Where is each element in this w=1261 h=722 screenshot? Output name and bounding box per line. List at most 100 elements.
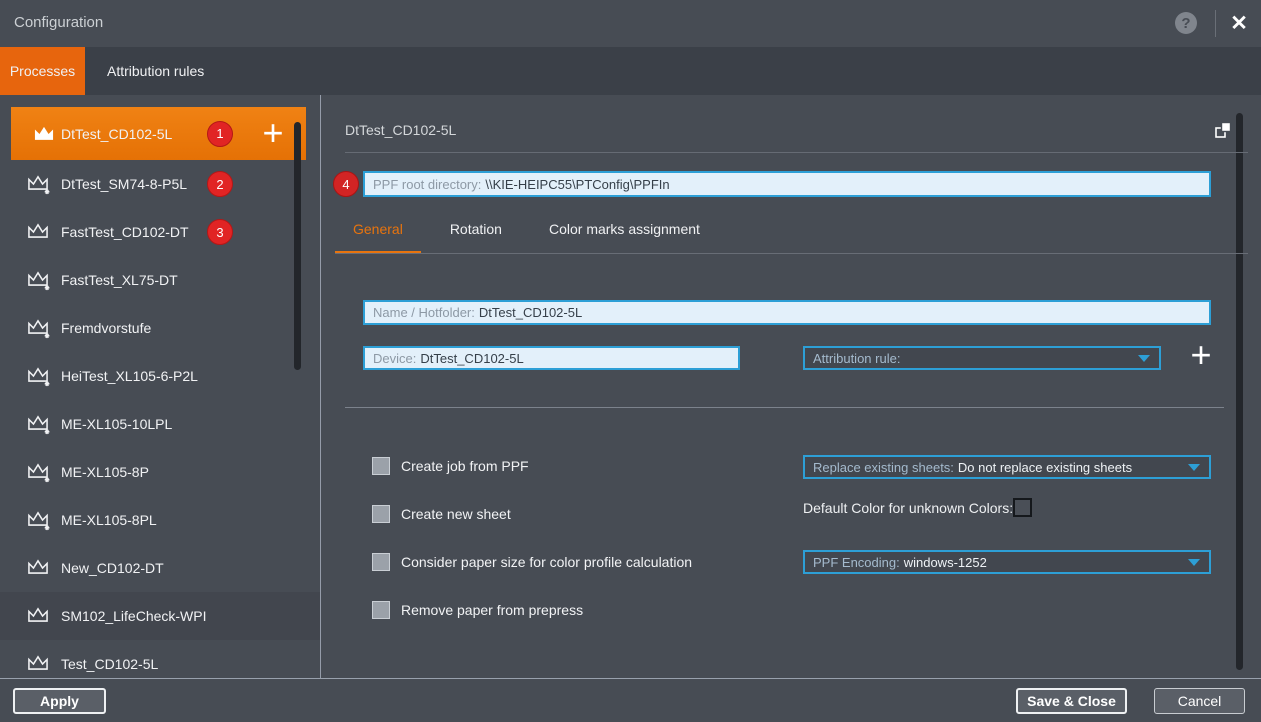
process-name: ME-XL105-8P <box>61 464 149 480</box>
process-name: DtTest_SM74-8-P5L <box>61 176 187 192</box>
detach-window-icon[interactable] <box>1214 121 1232 139</box>
add-process-icon[interactable]: + <box>254 115 292 153</box>
field-value: Do not replace existing sheets <box>958 460 1132 475</box>
process-badge: 1 <box>207 121 233 147</box>
field-label: Name / Hotfolder: <box>373 305 475 320</box>
process-chart-icon <box>32 123 56 145</box>
apply-button[interactable]: Apply <box>13 688 106 714</box>
default-color-label: Default Color for unknown Colors: <box>803 500 1013 516</box>
star-icon <box>45 382 50 386</box>
checkbox-remove-paper-from-prepress[interactable] <box>372 601 390 619</box>
process-name: Test_CD102-5L <box>61 656 158 672</box>
attribution-rule-dropdown[interactable]: Attribution rule: <box>803 346 1161 370</box>
device-field[interactable]: Device: DtTest_CD102-5L <box>363 346 740 370</box>
process-list-item[interactable]: ME-XL105-8PL <box>0 496 320 544</box>
chevron-down-icon <box>1188 559 1200 566</box>
process-list-item[interactable]: HeiTest_XL105-6-P2L <box>0 352 320 400</box>
checkbox-label: Consider paper size for color profile ca… <box>401 554 692 570</box>
checkbox-create-job-from-ppf[interactable] <box>372 457 390 475</box>
process-name: SM102_LifeCheck-WPI <box>61 608 207 624</box>
process-chart-icon <box>26 605 50 627</box>
field-value: DtTest_CD102-5L <box>479 305 582 320</box>
main-panel-scrollbar[interactable] <box>1236 113 1243 670</box>
configuration-dialog: Configuration ? ✕ Processes Attribution … <box>0 0 1261 722</box>
process-name: New_CD102-DT <box>61 560 164 576</box>
dialog-title: Configuration <box>14 14 103 31</box>
footer-bar: Apply Save & Close Cancel <box>0 678 1261 722</box>
cancel-button[interactable]: Cancel <box>1154 688 1245 714</box>
process-chart-icon <box>26 461 50 483</box>
process-chart-icon <box>26 509 50 531</box>
process-chart-icon <box>26 413 50 435</box>
process-list-item[interactable]: ME-XL105-8P <box>0 448 320 496</box>
process-list-item[interactable]: New_CD102-DT <box>0 544 320 592</box>
star-icon <box>45 286 50 290</box>
process-list-item[interactable]: FastTest_XL75-DT <box>0 256 320 304</box>
header-divider <box>345 152 1248 153</box>
default-color-swatch[interactable] <box>1013 498 1032 517</box>
process-name: ME-XL105-8PL <box>61 512 157 528</box>
process-chart-icon <box>26 269 50 291</box>
process-chart-icon <box>26 221 50 243</box>
chevron-down-icon <box>1188 464 1200 471</box>
process-chart-icon <box>26 317 50 339</box>
ppf-root-directory-field[interactable]: PPF root directory: \\KIE-HEIPC55\PTConf… <box>363 171 1211 197</box>
subtab-color-marks-assignment[interactable]: Color marks assignment <box>531 207 718 254</box>
process-badge: 3 <box>207 219 233 245</box>
process-chart-icon <box>26 557 50 579</box>
process-badge: 2 <box>207 171 233 197</box>
field-value: \\KIE-HEIPC55\PTConfig\PPFIn <box>485 177 669 192</box>
field-value: windows-1252 <box>904 555 987 570</box>
process-list-item[interactable]: Test_CD102-5L <box>0 640 320 678</box>
process-chart-icon <box>26 653 50 675</box>
process-list-item[interactable]: ME-XL105-10LPL <box>0 400 320 448</box>
checkbox-consider-paper-size[interactable] <box>372 553 390 571</box>
tab-attribution-rules[interactable]: Attribution rules <box>85 47 226 95</box>
checkbox-create-new-sheet[interactable] <box>372 505 390 523</box>
process-name: Fremdvorstufe <box>61 320 151 336</box>
detail-sub-tabs: General Rotation Color marks assignment <box>335 207 729 254</box>
process-list-item[interactable]: DtTest_SM74-8-P5L 2 <box>0 160 320 208</box>
field-value: DtTest_CD102-5L <box>420 351 523 366</box>
help-icon[interactable]: ? <box>1175 12 1197 34</box>
field-label: Device: <box>373 351 416 366</box>
chevron-down-icon <box>1138 355 1150 362</box>
star-icon <box>45 190 50 194</box>
name-hotfolder-field[interactable]: Name / Hotfolder: DtTest_CD102-5L <box>363 300 1211 325</box>
field-label: PPF Encoding: <box>813 555 900 570</box>
process-name: ME-XL105-10LPL <box>61 416 172 432</box>
process-list-item[interactable]: FastTest_CD102-DT 3 <box>0 208 320 256</box>
replace-existing-sheets-dropdown[interactable]: Replace existing sheets: Do not replace … <box>803 455 1211 479</box>
selected-process-title: DtTest_CD102-5L <box>345 122 456 138</box>
process-chart-icon <box>26 365 50 387</box>
process-list-item[interactable]: Fremdvorstufe <box>0 304 320 352</box>
process-name: HeiTest_XL105-6-P2L <box>61 368 198 384</box>
add-attribution-rule-icon[interactable]: + <box>1183 338 1219 374</box>
subtab-general[interactable]: General <box>335 207 421 254</box>
title-bar: Configuration ? ✕ <box>0 0 1261 47</box>
section-divider <box>345 407 1224 408</box>
save-and-close-button[interactable]: Save & Close <box>1016 688 1127 714</box>
process-name: FastTest_XL75-DT <box>61 272 178 288</box>
field-label: Replace existing sheets: <box>813 460 954 475</box>
star-icon <box>45 478 50 482</box>
process-name: FastTest_CD102-DT <box>61 224 189 240</box>
ppf-encoding-dropdown[interactable]: PPF Encoding: windows-1252 <box>803 550 1211 574</box>
field-label: PPF root directory: <box>373 177 481 192</box>
process-detail-panel: DtTest_CD102-5L 4 PPF root directory: \\… <box>321 95 1261 678</box>
process-name: DtTest_CD102-5L <box>61 126 172 142</box>
ppf-step-badge: 4 <box>333 171 359 197</box>
tab-processes[interactable]: Processes <box>0 47 85 95</box>
subtab-divider <box>335 253 1248 254</box>
star-icon <box>45 430 50 434</box>
checkbox-label: Create job from PPF <box>401 458 529 474</box>
checkbox-label: Remove paper from prepress <box>401 602 583 618</box>
process-list-item[interactable]: SM102_LifeCheck-WPI <box>0 592 320 640</box>
field-label: Attribution rule: <box>813 351 900 366</box>
main-tab-strip: Processes Attribution rules <box>0 47 1261 95</box>
sidebar-scrollbar[interactable] <box>294 122 301 370</box>
titlebar-divider <box>1215 10 1216 37</box>
subtab-rotation[interactable]: Rotation <box>432 207 520 254</box>
process-list-item[interactable]: DtTest_CD102-5L 1 + <box>11 107 306 160</box>
close-icon[interactable]: ✕ <box>1226 9 1252 37</box>
